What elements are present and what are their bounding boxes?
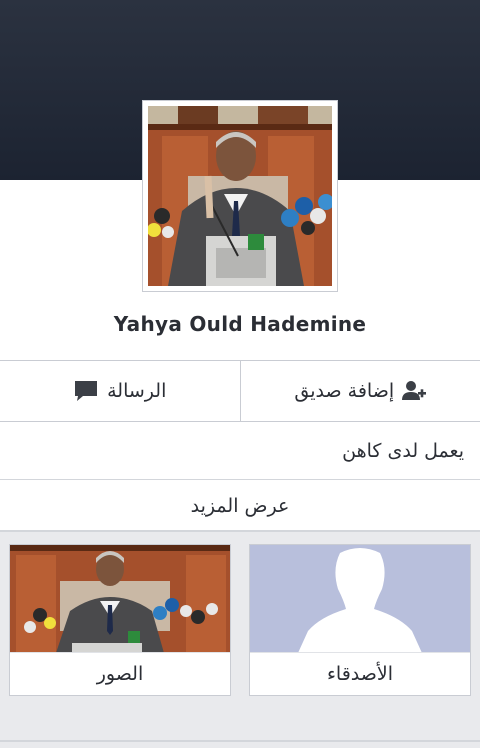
see-more-label: عرض المزيد bbox=[190, 494, 290, 517]
friends-placeholder-image bbox=[250, 545, 470, 653]
photos-tile[interactable]: الصور bbox=[9, 544, 231, 696]
add-friend-button-label: إضافة صديق bbox=[294, 380, 395, 402]
bottom-divider bbox=[0, 740, 480, 742]
work-info-text: يعمل لدى كاهن bbox=[342, 439, 464, 462]
message-button-label: الرسالة bbox=[107, 380, 167, 402]
friends-tile[interactable]: الأصدقاء bbox=[249, 544, 471, 696]
profile-name: Yahya Ould Hademine bbox=[113, 312, 367, 336]
profile-photo-image bbox=[148, 106, 332, 286]
profile-picture[interactable] bbox=[142, 100, 338, 292]
add-friend-button[interactable]: إضافة صديق bbox=[239, 361, 480, 421]
photos-tile-label: الصور bbox=[10, 652, 230, 695]
profile-tiles: الصور الأصدقاء bbox=[0, 531, 480, 748]
add-friend-icon bbox=[402, 381, 427, 400]
work-info: يعمل لدى كاهن bbox=[0, 422, 480, 480]
see-more-link[interactable]: عرض المزيد bbox=[0, 481, 480, 531]
message-button[interactable]: الرسالة bbox=[0, 361, 240, 421]
friends-tile-label: الأصدقاء bbox=[250, 652, 470, 695]
profile-actions: الرسالة إضافة صديق bbox=[0, 360, 480, 422]
photos-thumbnail bbox=[10, 545, 230, 653]
message-bubble-icon bbox=[75, 381, 98, 401]
